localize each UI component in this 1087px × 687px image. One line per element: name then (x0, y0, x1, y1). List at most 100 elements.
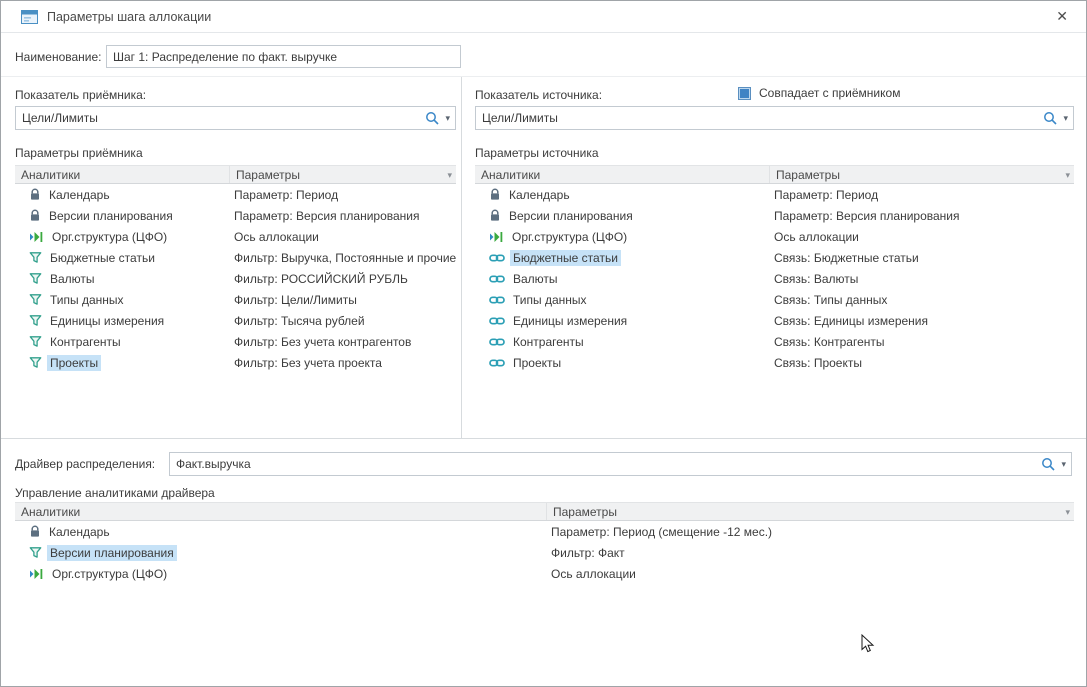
driver-input[interactable] (170, 453, 1071, 475)
matches-receiver-label: Совпадает с приёмником (759, 86, 900, 100)
analytics-name: Единицы измерения (510, 313, 630, 329)
analytics-cell[interactable]: Бюджетные статьи (475, 247, 769, 268)
analytics-name: Единицы измерения (47, 313, 167, 329)
analytics-cell[interactable]: Валюты (475, 268, 769, 289)
analytics-cell[interactable]: Бюджетные статьи (15, 247, 229, 268)
step-name-input[interactable] (106, 45, 461, 68)
allocation-step-dialog: Параметры шага аллокации ✕ Наименование:… (0, 0, 1087, 687)
column-header-params[interactable]: Параметры (229, 166, 456, 183)
table-row[interactable]: ВалютыСвязь: Валюты (475, 268, 1074, 289)
analytics-cell[interactable]: Версии планирования (15, 205, 229, 226)
lock-icon (29, 209, 41, 222)
receiver-params-label: Параметры приёмника (15, 146, 456, 160)
param-cell: Связь: Контрагенты (769, 331, 1074, 352)
analytics-cell[interactable]: Типы данных (475, 289, 769, 310)
analytics-name: Календарь (46, 187, 113, 203)
table-row[interactable]: КалендарьПараметр: Период (475, 184, 1074, 205)
table-row[interactable]: Типы данныхСвязь: Типы данных (475, 289, 1074, 310)
filter-icon (29, 293, 42, 306)
table-row[interactable]: Контрагенты Связь: Контрагенты (475, 331, 1074, 352)
filter-icon (29, 272, 42, 285)
table-row[interactable]: КалендарьПараметр: Период (смещение -12 … (15, 521, 1074, 542)
matches-receiver-checkbox-group[interactable]: Совпадает с приёмником (738, 86, 900, 100)
link-icon (489, 357, 505, 369)
table-row[interactable]: Орг.структура (ЦФО)Ось аллокации (15, 563, 1074, 584)
filter-icon (29, 356, 42, 369)
column-header-analytics[interactable]: Аналитики (15, 166, 229, 183)
search-icon[interactable] (425, 111, 439, 125)
source-indicator-combo[interactable]: ▾ (475, 106, 1074, 130)
table-row[interactable]: Бюджетные статьиФильтр: Выручка, Постоян… (15, 247, 456, 268)
column-header-analytics[interactable]: Аналитики (15, 503, 546, 520)
search-icon[interactable] (1043, 111, 1057, 125)
analytics-name: Проекты (510, 355, 564, 371)
driver-combo[interactable]: ▾ (169, 452, 1072, 476)
header-menu-icon[interactable]: ▾ (1065, 507, 1070, 518)
header-menu-icon[interactable]: ▾ (1065, 170, 1070, 181)
column-header-params[interactable]: Параметры (546, 503, 1074, 520)
lock-icon (489, 188, 501, 201)
analytics-name: Типы данных (510, 292, 590, 308)
analytics-cell[interactable]: Орг.структура (ЦФО) (15, 226, 229, 247)
vertical-divider (461, 77, 462, 438)
analytics-cell[interactable]: Типы данных (15, 289, 229, 310)
table-row[interactable]: Типы данныхФильтр: Цели/Лимиты (15, 289, 456, 310)
column-header-analytics[interactable]: Аналитики (475, 166, 769, 183)
analytics-cell[interactable]: Орг.структура (ЦФО) (15, 563, 546, 584)
analytics-name: Бюджетные статьи (47, 250, 158, 266)
receiver-panel: Показатель приёмника: ▾ Параметры приёмн… (15, 77, 456, 438)
table-row[interactable]: Единицы измеренияСвязь: Единицы измерени… (475, 310, 1074, 331)
lock-icon (29, 525, 41, 538)
table-row[interactable]: Орг.структура (ЦФО)Ось аллокации (475, 226, 1074, 247)
filter-icon (29, 335, 42, 348)
close-icon[interactable]: ✕ (1048, 6, 1076, 27)
analytics-name: Контрагенты (510, 334, 587, 350)
chevron-down-icon[interactable]: ▾ (445, 112, 450, 124)
param-cell: Параметр: Период (смещение -12 мес.) (546, 521, 1074, 542)
receiver-indicator-input[interactable] (16, 107, 455, 129)
allocation-axis-icon (29, 231, 44, 243)
analytics-cell[interactable]: Календарь (15, 184, 229, 205)
table-row[interactable]: Версии планированияФильтр: Факт (15, 542, 1074, 563)
analytics-cell[interactable]: Валюты (15, 268, 229, 289)
table-row[interactable]: Проекты Фильтр: Без учета проекта (15, 352, 456, 373)
table-row[interactable]: ВалютыФильтр: РОССИЙСКИЙ РУБЛЬ (15, 268, 456, 289)
table-row[interactable]: Версии планированияПараметр: Версия план… (475, 205, 1074, 226)
table-row[interactable]: ПроектыСвязь: Проекты (475, 352, 1074, 373)
table-row[interactable]: Версии планированияПараметр: Версия план… (15, 205, 456, 226)
chevron-down-icon[interactable]: ▾ (1061, 458, 1066, 470)
table-row[interactable]: КалендарьПараметр: Период (15, 184, 456, 205)
analytics-name: Орг.структура (ЦФО) (49, 229, 170, 245)
chevron-down-icon[interactable]: ▾ (1063, 112, 1068, 124)
param-cell: Параметр: Версия планирования (769, 205, 1074, 226)
analytics-cell[interactable]: Орг.структура (ЦФО) (475, 226, 769, 247)
driver-analytics-label: Управление аналитиками драйвера (15, 486, 215, 500)
analytics-cell[interactable]: Версии планирования (15, 542, 546, 563)
analytics-cell[interactable]: Проекты (475, 352, 769, 373)
allocation-axis-icon (29, 568, 44, 580)
column-header-params[interactable]: Параметры (769, 166, 1074, 183)
table-row[interactable]: Единицы измеренияФильтр: Тысяча рублей (15, 310, 456, 331)
analytics-cell[interactable]: Контрагенты (475, 331, 769, 352)
analytics-name: Контрагенты (47, 334, 124, 350)
receiver-indicator-combo[interactable]: ▾ (15, 106, 456, 130)
analytics-cell[interactable]: Единицы измерения (475, 310, 769, 331)
search-icon[interactable] (1041, 457, 1055, 471)
analytics-cell[interactable]: Проекты (15, 352, 229, 373)
analytics-name: Проекты (47, 355, 101, 371)
table-row[interactable]: КонтрагентыФильтр: Без учета контрагенто… (15, 331, 456, 352)
analytics-name: Версии планирования (46, 208, 176, 224)
table-row[interactable]: Бюджетные статьиСвязь: Бюджетные статьи (475, 247, 1074, 268)
source-panel: Показатель источника: Совпадает с приёмн… (475, 77, 1074, 438)
table-row[interactable]: Орг.структура (ЦФО)Ось аллокации (15, 226, 456, 247)
source-indicator-input[interactable] (476, 107, 1073, 129)
param-cell: Параметр: Период (769, 184, 1074, 205)
analytics-cell[interactable]: Единицы измерения (15, 310, 229, 331)
analytics-cell[interactable]: Контрагенты (15, 331, 229, 352)
param-cell: Фильтр: Без учета проекта (229, 352, 456, 373)
header-menu-icon[interactable]: ▾ (447, 170, 452, 181)
analytics-cell[interactable]: Версии планирования (475, 205, 769, 226)
analytics-cell[interactable]: Календарь (15, 521, 546, 542)
matches-receiver-checkbox[interactable] (738, 87, 751, 100)
analytics-cell[interactable]: Календарь (475, 184, 769, 205)
